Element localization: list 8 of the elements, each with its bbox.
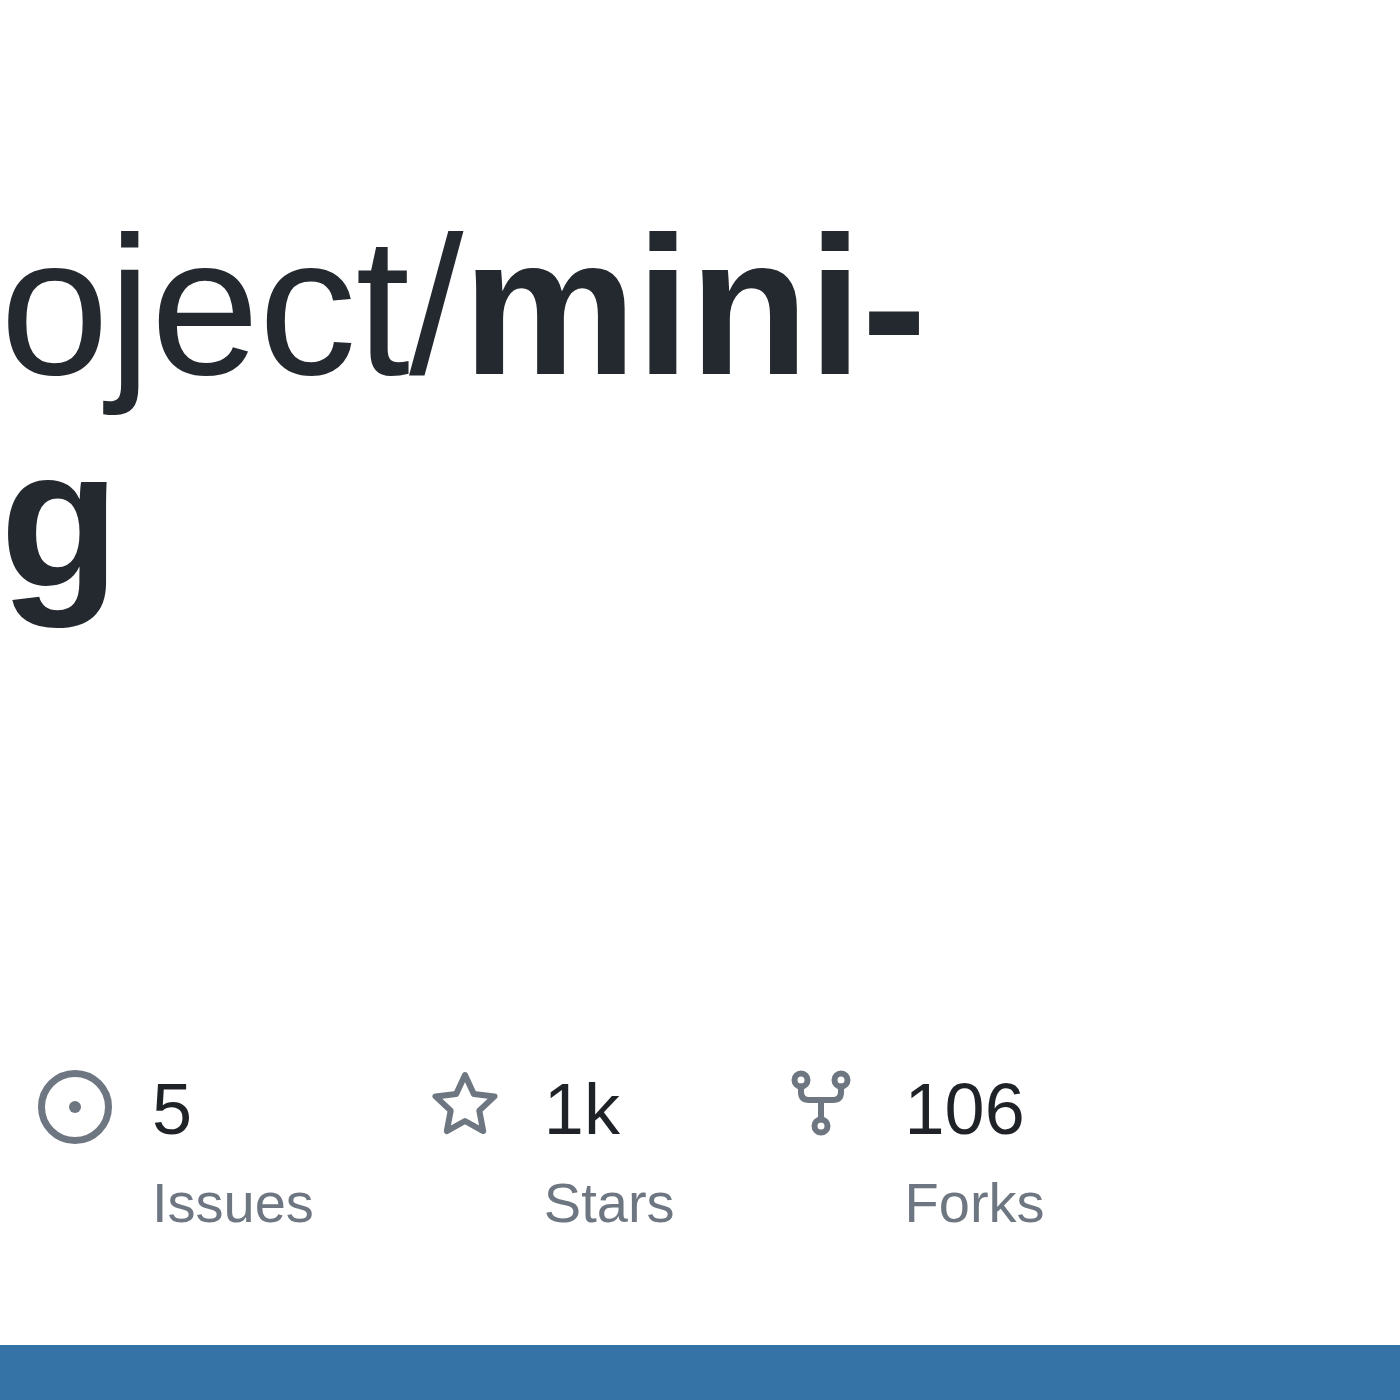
stat-count: 106 bbox=[904, 1068, 1026, 1151]
stat-label: Issues bbox=[152, 1170, 314, 1236]
fork-icon bbox=[790, 1070, 851, 1136]
stat-label: Stars bbox=[543, 1170, 675, 1236]
stat-count: 5 bbox=[152, 1068, 194, 1151]
stat-label: Forks bbox=[904, 1170, 1045, 1236]
circled-dot-icon bbox=[38, 1070, 112, 1144]
stat-count: 1k bbox=[543, 1068, 621, 1151]
